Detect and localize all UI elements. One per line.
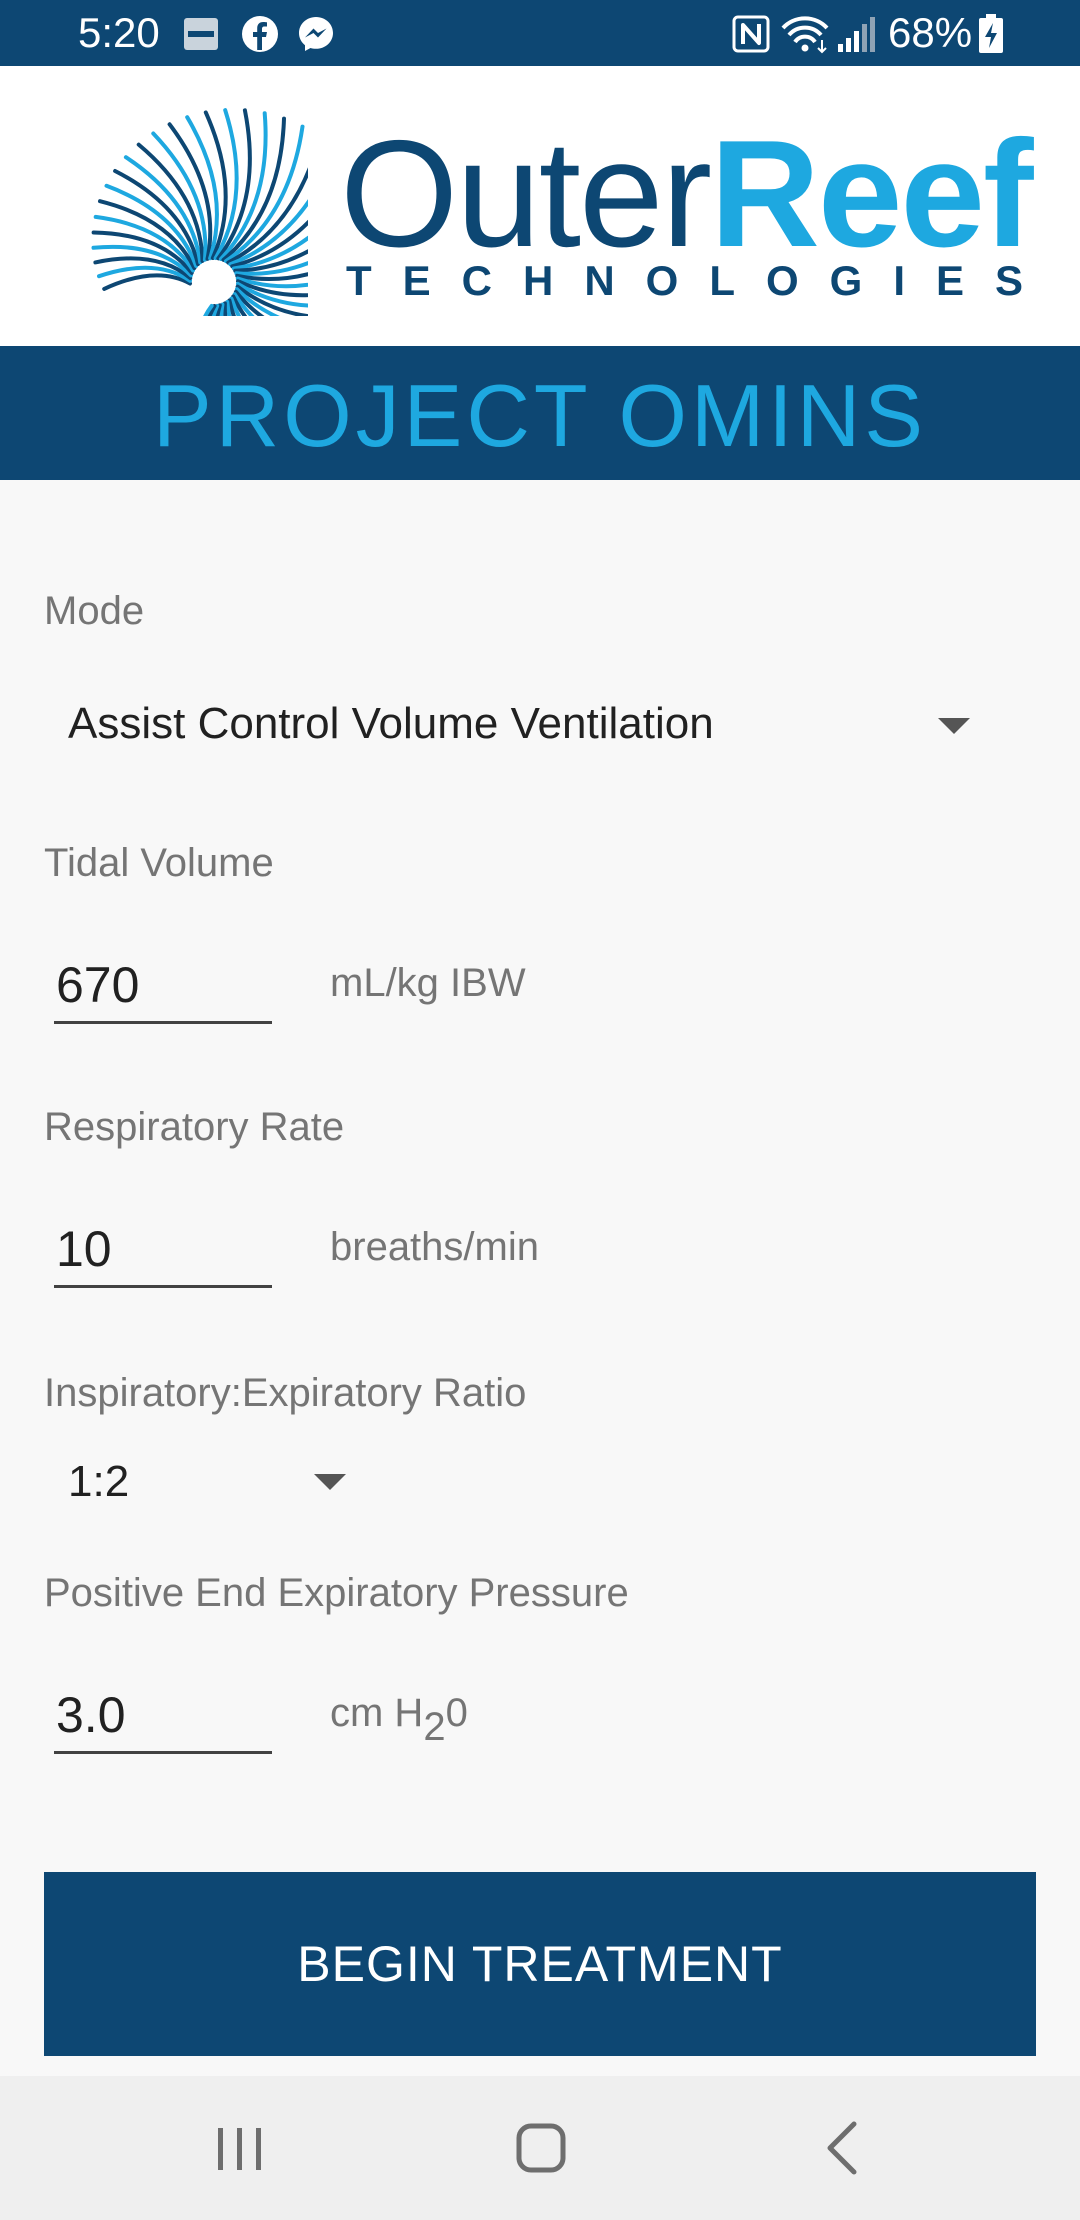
logo-ray [102,273,192,291]
respiratory-rate-input[interactable] [54,1212,272,1288]
ie-ratio-select-value: 1:2 [68,1457,130,1506]
logo-subtitle: TECHNOLOGIES [346,257,1055,304]
tidal-volume-label: Tidal Volume [44,841,274,885]
begin-treatment-button[interactable]: BEGIN TREATMENT [44,1872,1036,2056]
logo-word-reef: Reef [710,109,1033,279]
battery-charging-icon [979,14,1003,53]
recents-icon[interactable] [180,2098,300,2198]
nfc-icon [732,15,770,53]
project-title: PROJECT OMINS [152,366,927,465]
tidal-volume-input[interactable] [54,948,272,1024]
mode-select[interactable]: Assist Control Volume Ventilation [44,684,1004,764]
peep-input[interactable] [54,1678,272,1754]
facebook-icon [242,16,278,52]
peep-unit-prefix: cm H [330,1691,424,1735]
status-time: 5:20 [78,9,160,56]
messenger-icon [299,17,333,51]
sonos-icon [184,18,218,50]
respiratory-rate-unit: breaths/min [330,1225,539,1269]
tidal-volume-unit: mL/kg IBW [330,961,526,1005]
outerreef-logo-mark [91,108,308,316]
navigation-bar [0,2076,1080,2220]
ie-ratio-select[interactable]: 1:2 [44,1444,364,1520]
logo-header: OuterReef TECHNOLOGIES [0,66,1080,346]
mode-select-value: Assist Control Volume Ventilation [68,699,714,748]
wifi-icon [781,16,829,54]
back-icon[interactable] [784,2098,904,2198]
chevron-down-icon [938,718,970,734]
battery-percent: 68% [888,9,973,56]
peep-unit: cm H20 [330,1690,468,1750]
logo-word-outer: Outer [340,109,712,279]
peep-label: Positive End Expiratory Pressure [44,1571,629,1615]
mode-label: Mode [44,589,145,633]
home-icon[interactable] [480,2098,600,2198]
peep-unit-subscript: 2 [423,1705,446,1749]
peep-unit-suffix: 0 [445,1691,468,1735]
project-banner: PROJECT OMINS [0,346,1080,480]
logo-wordmark: OuterReef [340,114,1034,274]
respiratory-rate-label: Respiratory Rate [44,1105,345,1149]
chevron-down-icon [314,1474,346,1490]
status-bar: 5:20 68% [0,0,1080,66]
signal-icon [838,17,875,52]
ie-ratio-label: Inspiratory:Expiratory Ratio [44,1371,527,1415]
